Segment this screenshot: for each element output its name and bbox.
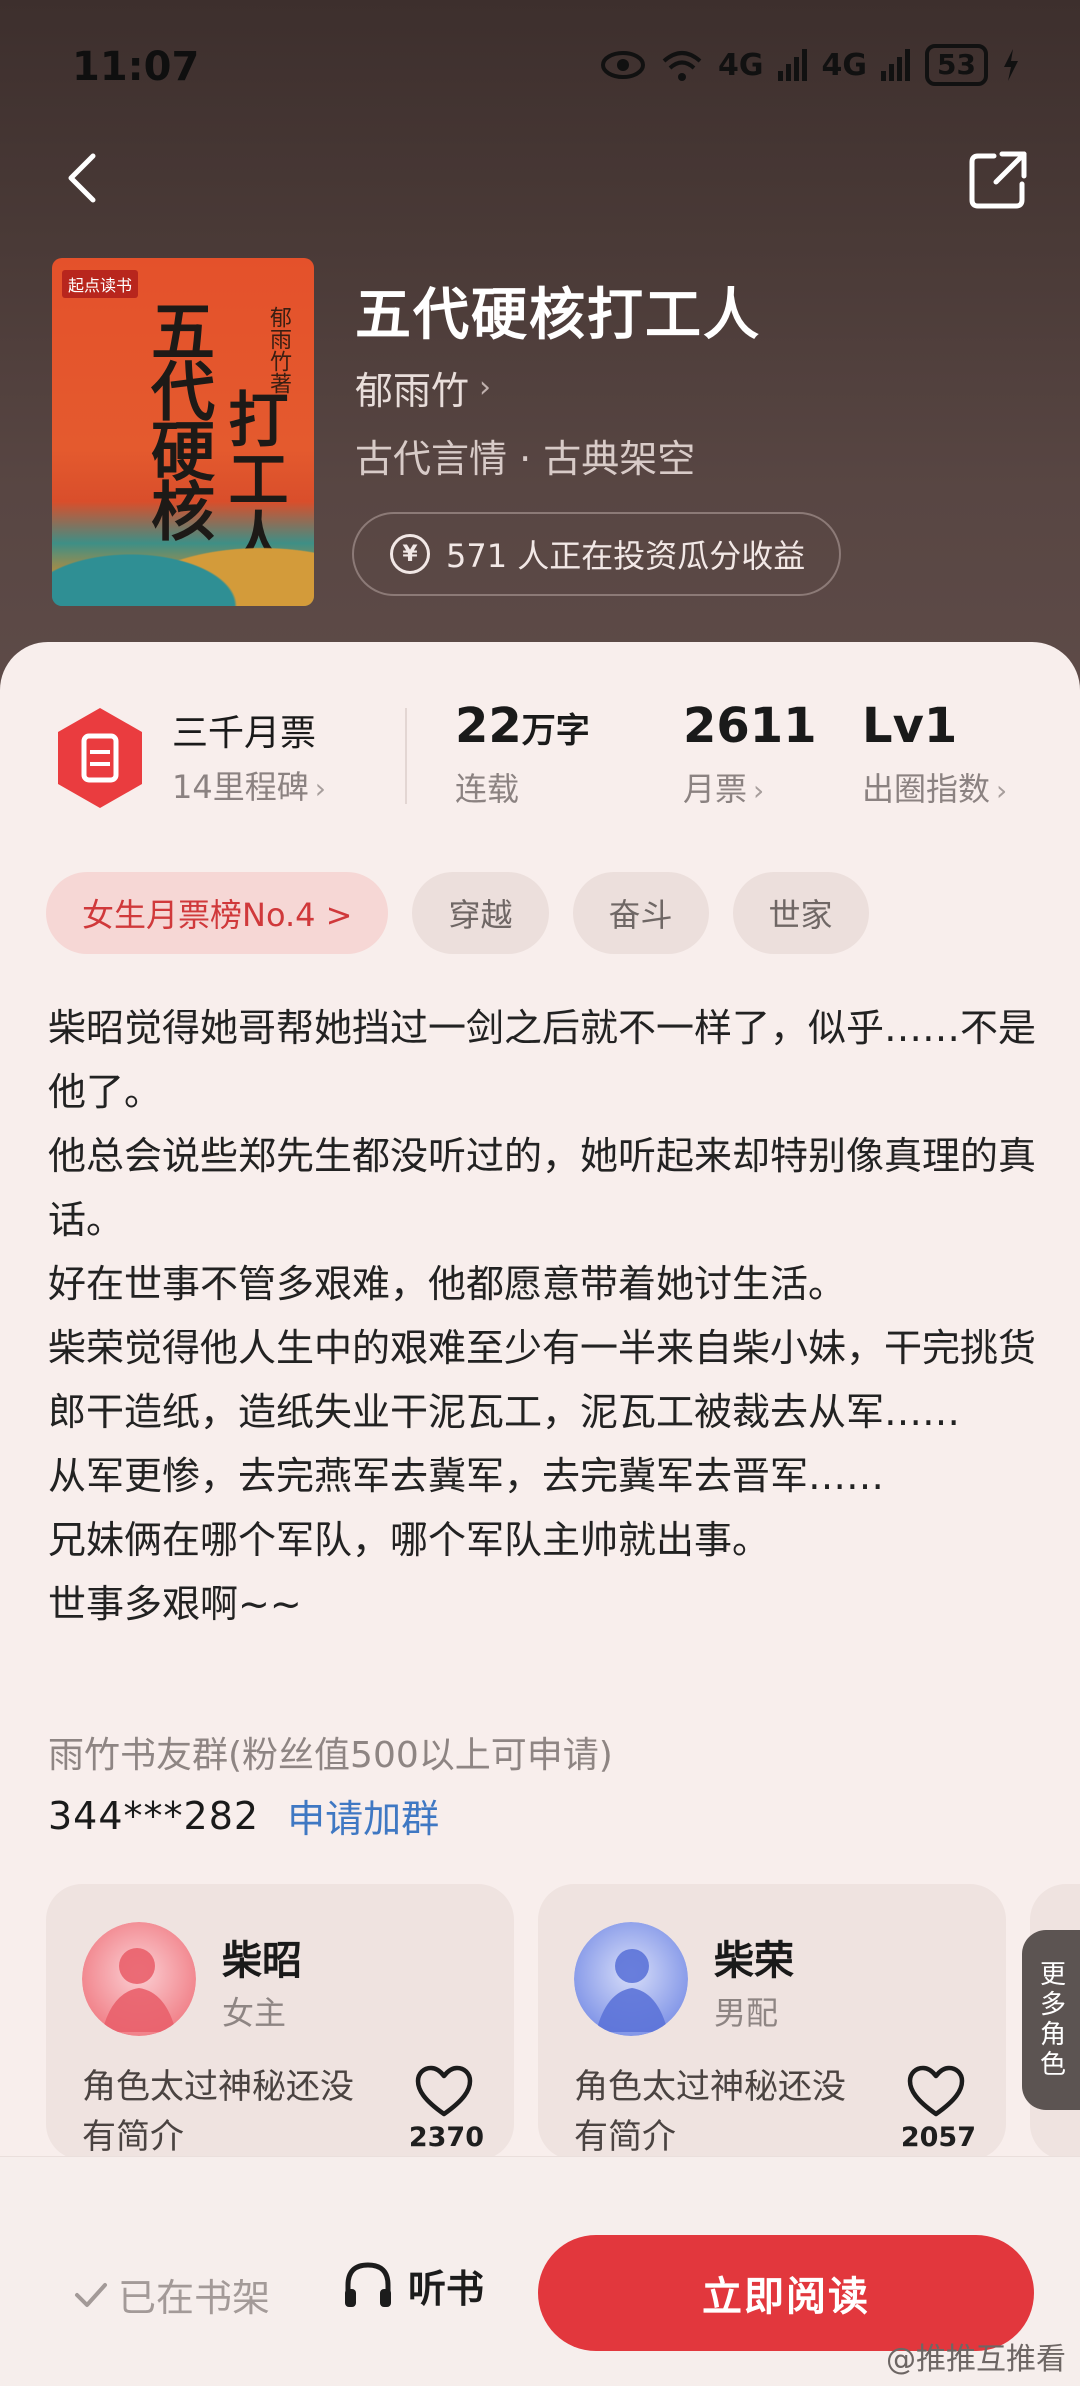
role-type: 男配 bbox=[714, 1994, 779, 2032]
synopsis-line: 好在世事不管多艰难，他都愿意带着她讨生活。 bbox=[48, 1262, 847, 1306]
role-desc: 角色太过神秘还没有简介 bbox=[574, 2067, 846, 2157]
stats-divider bbox=[405, 708, 407, 804]
synopsis-line: 柴荣觉得他人生中的艰难至少有一半来自柴小妹，干完挑货郎干造纸，造纸失业干泥瓦工，… bbox=[48, 1326, 1037, 1434]
invest-button[interactable]: ¥ 571 人正在投资瓜分收益 bbox=[352, 512, 842, 596]
cover-title-a: 五代硬核 bbox=[140, 298, 215, 538]
female-avatar bbox=[82, 1922, 196, 2036]
invest-text: 571 人正在投资瓜分收益 bbox=[446, 537, 806, 575]
book-author-link[interactable]: 郁雨竹 › bbox=[355, 360, 491, 415]
words-unit: 万字 bbox=[521, 711, 590, 751]
fan-group-label: 雨竹书友群(粉丝值500以上可申请) bbox=[48, 1735, 613, 1776]
status-icons: 4G 4G 53 bbox=[600, 44, 1020, 86]
on-shelf-button[interactable]: 已在书架 bbox=[74, 2267, 270, 2322]
battery-indicator: 53 bbox=[925, 44, 988, 86]
tag-rank[interactable]: 女生月票榜No.4 > bbox=[46, 872, 389, 954]
chevron-right-icon: › bbox=[996, 774, 1008, 807]
check-icon bbox=[75, 2282, 107, 2307]
fan-group-row: 344***282 申请加群 bbox=[48, 1788, 439, 1843]
eye-icon bbox=[601, 51, 646, 79]
book-author: 郁雨竹 bbox=[355, 369, 470, 413]
role-name: 柴昭 bbox=[222, 1938, 302, 1984]
synopsis-line: 从军更惨，去完燕军去冀军，去完冀军去晋军…… bbox=[48, 1454, 885, 1498]
share-icon[interactable] bbox=[966, 148, 1030, 212]
tag-item[interactable]: 奋斗 bbox=[572, 872, 709, 954]
network-4g-2: 4G bbox=[821, 47, 868, 83]
stat-level[interactable]: Lv1 出圈指数 › bbox=[862, 698, 1007, 810]
fan-group-number: 344***282 bbox=[48, 1793, 260, 1838]
synopsis-line: 兄妹俩在哪个军队，哪个军队主帅就出事。 bbox=[48, 1518, 771, 1562]
role-card[interactable]: 柴昭 女主 角色太过神秘还没有简介 2370 bbox=[46, 1884, 514, 2160]
cover-brand: 起点读书 bbox=[62, 270, 139, 298]
book-synopsis[interactable]: 柴昭觉得她哥帮她挡过一剑之后就不一样了，似乎……不是他了。 他总会说些郑先生都没… bbox=[48, 996, 1038, 1636]
status-time: 11:07 bbox=[72, 44, 200, 90]
tag-list: 女生月票榜No.4 > 穿越 奋斗 世家 bbox=[46, 872, 869, 954]
tag-item[interactable]: 穿越 bbox=[412, 872, 549, 954]
words-label: 连载 bbox=[455, 770, 520, 808]
votes-label: 月票 bbox=[683, 770, 748, 808]
book-cover[interactable]: 起点读书 五代硬核 打工人 郁雨竹著 bbox=[52, 258, 314, 606]
yen-icon: ¥ bbox=[390, 534, 430, 574]
heart-icon[interactable] bbox=[414, 2064, 474, 2120]
role-likes: 2057 bbox=[900, 2122, 976, 2153]
cover-author: 郁雨竹著 bbox=[266, 306, 291, 394]
ticket-title: 三千月票 bbox=[172, 713, 317, 754]
level-label: 出圈指数 bbox=[862, 770, 991, 808]
charging-icon bbox=[1004, 49, 1018, 81]
tag-item[interactable]: 世家 bbox=[732, 872, 869, 954]
chevron-right-icon: › bbox=[314, 772, 326, 805]
watermark: @推推互推看 bbox=[886, 2342, 1066, 2377]
male-avatar bbox=[574, 1922, 688, 2036]
listen-button[interactable]: 听书 bbox=[340, 2257, 484, 2313]
on-shelf-label: 已在书架 bbox=[118, 2276, 271, 2320]
chevron-right-icon: › bbox=[479, 370, 492, 405]
headphones-icon bbox=[345, 2262, 391, 2307]
chevron-right-icon: › bbox=[753, 774, 765, 807]
apply-group-link[interactable]: 申请加群 bbox=[287, 1788, 439, 1843]
listen-label: 听书 bbox=[408, 2266, 485, 2311]
stat-votes[interactable]: 2611 月票 › bbox=[683, 698, 817, 810]
status-bar: 11:07 4G 4G 53 bbox=[0, 0, 1080, 130]
role-card[interactable]: 柴荣 男配 角色太过神秘还没有简介 2057 bbox=[538, 1884, 1006, 2160]
level-value: Lv1 bbox=[862, 698, 958, 754]
votes-value: 2611 bbox=[683, 698, 817, 754]
more-roles-button[interactable]: 更多角色 bbox=[1022, 1930, 1080, 2110]
role-desc: 角色太过神秘还没有简介 bbox=[82, 2067, 354, 2157]
role-name: 柴荣 bbox=[714, 1938, 794, 1984]
network-4g-1: 4G bbox=[718, 47, 764, 83]
synopsis-line: 他总会说些郑先生都没听过的，她听起来却特别像真理的真话。 bbox=[48, 1134, 1037, 1242]
synopsis-line: 世事多艰啊~~ bbox=[48, 1582, 302, 1626]
synopsis-line: 柴昭觉得她哥帮她挡过一剑之后就不一样了，似乎……不是他了。 bbox=[48, 1006, 1037, 1114]
book-title: 五代硬核打工人 bbox=[355, 283, 761, 348]
role-likes: 2370 bbox=[408, 2122, 484, 2153]
words-value: 22 bbox=[455, 698, 522, 754]
role-type: 女主 bbox=[222, 1994, 287, 2032]
cover-mountains bbox=[52, 516, 314, 606]
stats-row: 三千月票 14里程碑 › 22万字 连载 2611 月票 › Lv1 出圈指数 › bbox=[0, 690, 1080, 840]
book-genre: 古代言情 · 古典架空 bbox=[355, 437, 696, 481]
back-icon[interactable] bbox=[55, 148, 115, 208]
signal-icon bbox=[777, 49, 807, 81]
stat-words: 22万字 连载 bbox=[455, 698, 590, 810]
heart-icon[interactable] bbox=[906, 2064, 966, 2120]
ticket-sub-text: 14里程碑 bbox=[172, 768, 309, 806]
ticket-milestone[interactable]: 14里程碑 › bbox=[172, 762, 326, 808]
monthly-ticket-badge-icon[interactable] bbox=[52, 706, 148, 810]
wifi-icon bbox=[662, 51, 702, 81]
role-list: 柴昭 女主 角色太过神秘还没有简介 2370 柴荣 男配 角色太过神秘还没有简介… bbox=[46, 1884, 1080, 2160]
signal-icon-2 bbox=[881, 49, 911, 81]
